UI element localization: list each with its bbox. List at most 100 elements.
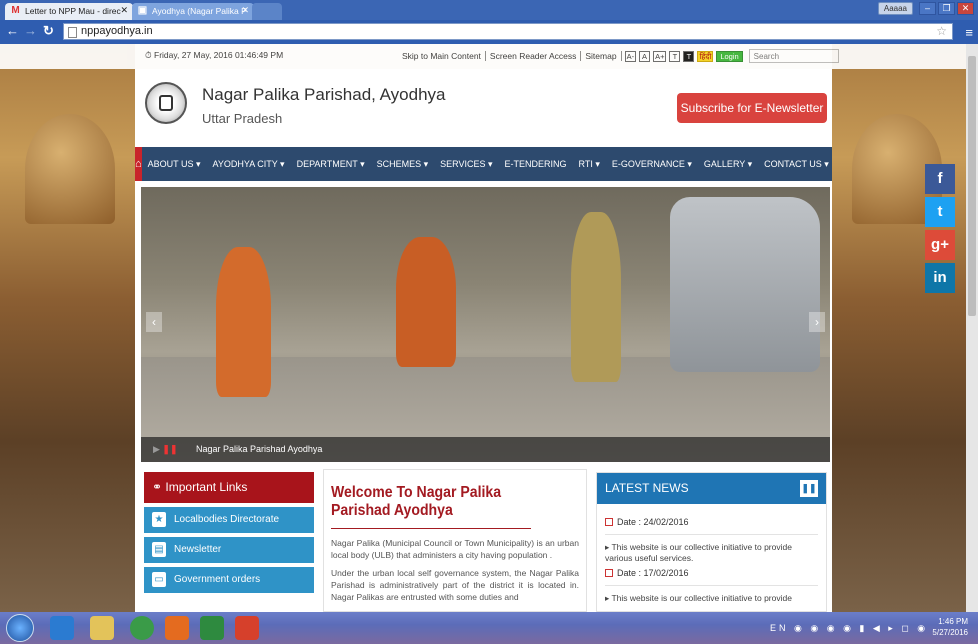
twitter-icon[interactable]: t <box>925 197 955 227</box>
news-date: Date : 17/02/2016 <box>605 568 826 578</box>
font-increase-button[interactable]: A+ <box>653 50 667 62</box>
divider <box>331 528 531 529</box>
link-newsletter[interactable]: ▤ Newsletter <box>144 537 314 563</box>
hindi-button[interactable]: हिंदी <box>697 50 714 62</box>
news-pause-icon[interactable]: ❚❚ <box>800 480 818 497</box>
latest-news-heading: LATEST NEWS ❚❚ <box>597 473 826 504</box>
new-tab-button[interactable] <box>252 3 282 20</box>
news-item-link[interactable]: ▸ This website is our collective initiat… <box>605 593 818 604</box>
url-text: nppayodhya.in <box>81 25 153 37</box>
welcome-panel: Welcome To Nagar Palika Parishad Ayodhya… <box>323 469 587 612</box>
minimize-icon[interactable]: – <box>919 2 936 15</box>
datetime: ⏱ Friday, 27 May, 2016 01:46:49 PM <box>145 50 284 60</box>
main-nav: ⌂ ABOUT US ▾ AYODHYA CITY ▾ DEPARTMENT ▾… <box>135 147 832 181</box>
site-subtitle: Uttar Pradesh <box>202 111 283 126</box>
tab-label: Letter to NPP Mau - direc <box>25 6 121 16</box>
profile-button[interactable]: Aaaaa <box>877 2 913 15</box>
slider-caption: Nagar Palika Parishad Ayodhya <box>196 444 323 454</box>
theme-light-button[interactable]: T <box>669 50 681 62</box>
site-title: Nagar Palika Parishad, Ayodhya <box>202 85 446 104</box>
tab-close-icon[interactable]: ✕ <box>120 5 128 16</box>
font-normal-button[interactable]: A <box>639 50 651 62</box>
news-date: Date : 24/02/2016 <box>605 517 826 527</box>
theme-dark-button[interactable]: T <box>683 50 695 62</box>
browser-tab-bar: M Letter to NPP Mau - direc ✕ ▣ Ayodhya … <box>0 0 978 20</box>
gmail-icon: M <box>11 5 20 16</box>
ie-icon[interactable] <box>50 616 74 640</box>
slider-image-car <box>670 197 820 372</box>
important-links-panel: ⚭ Important Links ★ Localbodies Directora… <box>144 472 314 593</box>
login-button[interactable]: Login <box>716 50 743 62</box>
screen-reader-link[interactable]: Screen Reader Access <box>486 51 582 61</box>
facebook-icon[interactable]: f <box>925 164 955 194</box>
chrome-icon[interactable] <box>130 616 154 640</box>
nav-e-tendering[interactable]: E-TENDERING <box>499 159 573 169</box>
slider-image-sweeper <box>216 247 271 397</box>
nav-schemes[interactable]: SCHEMES ▾ <box>371 159 435 170</box>
explorer-icon[interactable] <box>90 616 114 640</box>
news-item-link[interactable]: ▸ This website is our collective initiat… <box>605 542 818 564</box>
scrollbar-thumb[interactable] <box>968 56 976 316</box>
powerpoint-icon[interactable] <box>235 616 259 640</box>
linkedin-icon[interactable]: in <box>925 263 955 293</box>
accessibility-links: Skip to Main Content Screen Reader Acces… <box>398 49 839 63</box>
start-button[interactable] <box>6 614 34 642</box>
tab-label: Ayodhya (Nagar Palika P <box>152 6 247 16</box>
close-icon[interactable]: ✕ <box>957 2 974 15</box>
google-plus-icon[interactable]: g+ <box>925 230 955 260</box>
nav-contact[interactable]: CONTACT US ▾ <box>758 159 835 170</box>
slider-next-icon[interactable]: › <box>809 312 825 332</box>
tab-close-icon[interactable]: ✕ <box>241 5 249 16</box>
nav-department[interactable]: DEPARTMENT ▾ <box>291 159 371 170</box>
window-controls: Aaaaa – ❐ ✕ <box>877 2 974 15</box>
media-player-icon[interactable] <box>165 616 189 640</box>
system-tray-icons[interactable]: EN ◉ ◉ ◉ ◉ ▮ ◀ ▸ ◻ ◉ <box>770 623 928 634</box>
clock[interactable]: 1:46 PM 5/27/2016 <box>932 616 968 638</box>
browser-tab-gmail[interactable]: M Letter to NPP Mau - direc ✕ <box>5 3 133 20</box>
document-icon: ▭ <box>152 572 166 587</box>
nav-services[interactable]: SERVICES ▾ <box>434 159 498 170</box>
page-info-icon <box>68 27 77 38</box>
important-links-heading: ⚭ Important Links <box>144 472 314 503</box>
nav-ayodhya-city[interactable]: AYODHYA CITY ▾ <box>207 159 291 170</box>
social-sidebar: f t g+ in <box>925 164 955 296</box>
slider-prev-icon[interactable]: ‹ <box>146 312 162 332</box>
welcome-paragraph: Nagar Palika (Municipal Council or Town … <box>331 538 579 560</box>
url-field[interactable]: nppayodhya.in ☆ <box>63 23 953 40</box>
newspaper-icon: ▤ <box>152 542 166 557</box>
calendar-icon <box>605 518 613 526</box>
star-icon: ★ <box>152 512 166 527</box>
address-bar: ← → ↻ nppayodhya.in ☆ ≡ <box>0 20 978 44</box>
nav-rti[interactable]: RTI ▾ <box>573 159 606 170</box>
back-icon[interactable]: ← <box>6 24 19 38</box>
home-icon[interactable]: ⌂ <box>135 147 142 181</box>
browser-tab-ayodhya[interactable]: ▣ Ayodhya (Nagar Palika P ✕ <box>132 3 254 20</box>
bookmark-star-icon[interactable]: ☆ <box>936 24 947 38</box>
excel-icon[interactable] <box>200 616 224 640</box>
subscribe-button[interactable]: Subscribe for E-Newsletter <box>677 93 827 123</box>
nav-about[interactable]: ABOUT US ▾ <box>142 159 207 170</box>
slider-image-sweeper <box>571 212 621 382</box>
link-localbodies[interactable]: ★ Localbodies Directorate <box>144 507 314 533</box>
slider-play-pause-icon[interactable]: ▶ ❚❚ <box>153 444 178 455</box>
nav-gallery[interactable]: GALLERY ▾ <box>698 159 758 170</box>
skip-link[interactable]: Skip to Main Content <box>398 51 486 61</box>
search-input[interactable] <box>748 49 839 63</box>
divider <box>605 534 818 535</box>
divider <box>605 585 818 586</box>
menu-icon[interactable]: ≡ <box>965 25 973 40</box>
web-page: ⏱ Friday, 27 May, 2016 01:46:49 PM Skip … <box>0 44 966 612</box>
restore-icon[interactable]: ❐ <box>938 2 955 15</box>
nav-e-governance[interactable]: E-GOVERNANCE ▾ <box>606 159 698 170</box>
forward-icon[interactable]: → <box>24 24 37 38</box>
sitemap-link[interactable]: Sitemap <box>581 51 622 61</box>
link-government-orders[interactable]: ▭ Government orders <box>144 567 314 593</box>
reload-icon[interactable]: ↻ <box>43 24 54 38</box>
image-slider: ‹ › ▶ ❚❚ Nagar Palika Parishad Ayodhya <box>141 187 830 462</box>
accessibility-strip: ⏱ Friday, 27 May, 2016 01:46:49 PM Skip … <box>0 44 966 69</box>
temple-dome <box>25 114 115 224</box>
main-content: Nagar Palika Parishad, Ayodhya Uttar Pra… <box>135 69 832 612</box>
font-decrease-button[interactable]: A- <box>624 50 637 62</box>
page-scrollbar[interactable] <box>966 44 978 612</box>
slider-image-sweeper <box>396 237 456 367</box>
